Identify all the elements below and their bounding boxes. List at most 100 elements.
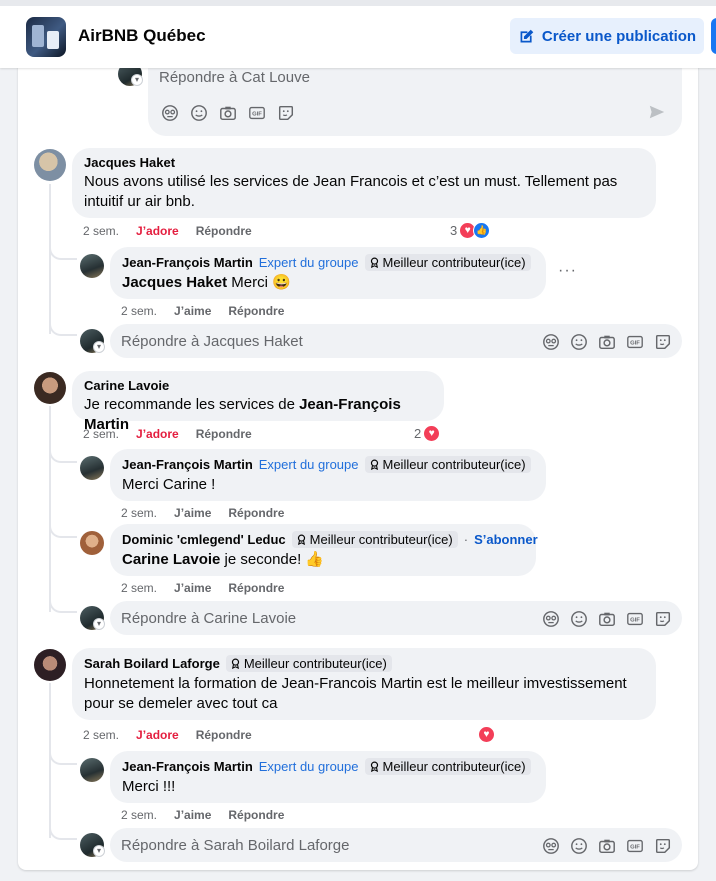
- svg-text:GIF: GIF: [630, 617, 640, 623]
- camera-icon[interactable]: [597, 836, 616, 855]
- award-icon: [297, 534, 305, 545]
- sticker-icon[interactable]: [653, 609, 672, 628]
- avatar[interactable]: [80, 254, 104, 278]
- top-contributor-badge[interactable]: Meilleur contributeur(ice): [364, 758, 531, 775]
- follow-button[interactable]: S’abonner: [474, 532, 538, 547]
- mention[interactable]: Carine Lavoie: [122, 551, 220, 568]
- mention[interactable]: Jacques Haket: [122, 274, 227, 291]
- comment-time[interactable]: 2 sem.: [83, 224, 119, 238]
- top-contributor-badge[interactable]: Meilleur contributeur(ice): [225, 655, 392, 672]
- send-icon[interactable]: [648, 103, 666, 121]
- emoji-icon[interactable]: [189, 103, 208, 122]
- comment-actions: 2 sem. J’adore Répondre: [83, 427, 252, 441]
- camera-icon[interactable]: [597, 332, 616, 351]
- comment-author[interactable]: Sarah Boilard Laforge: [84, 656, 220, 671]
- reply-input[interactable]: Répondre à Carine Lavoie GIF: [110, 601, 682, 635]
- reply-placeholder: Répondre à Jacques Haket: [121, 333, 303, 350]
- more-options-icon[interactable]: ···: [558, 262, 577, 280]
- reply-author[interactable]: Jean-François Martin: [122, 759, 253, 774]
- reply-button[interactable]: Répondre: [228, 581, 284, 595]
- avatar[interactable]: [34, 649, 66, 681]
- reply-time[interactable]: 2 sem.: [121, 506, 157, 520]
- comment-time[interactable]: 2 sem.: [83, 728, 119, 742]
- chevron-down-icon[interactable]: ▾: [131, 74, 143, 86]
- like-button[interactable]: J’aime: [174, 304, 211, 318]
- reply-author[interactable]: Jean-François Martin: [122, 457, 253, 472]
- award-icon: [370, 459, 378, 470]
- avatar-sticker-icon[interactable]: [160, 103, 179, 122]
- chevron-down-icon[interactable]: ▾: [93, 618, 105, 630]
- like-button[interactable]: J’aime: [174, 808, 211, 822]
- thread-line: [49, 184, 51, 334]
- emoji-icon[interactable]: [569, 836, 588, 855]
- reaction-summary[interactable]: 2 ♥: [414, 425, 441, 442]
- love-button[interactable]: J’adore: [136, 728, 179, 742]
- camera-icon[interactable]: [218, 103, 237, 122]
- avatar[interactable]: [80, 758, 104, 782]
- reply-time[interactable]: 2 sem.: [121, 581, 157, 595]
- love-button[interactable]: J’adore: [136, 427, 179, 441]
- reply-button[interactable]: Répondre: [196, 427, 252, 441]
- reply-button[interactable]: Répondre: [228, 808, 284, 822]
- emoji-icon[interactable]: [569, 332, 588, 351]
- reply-input[interactable]: Répondre à Jacques Haket GIF: [110, 324, 682, 358]
- like-button[interactable]: J’aime: [174, 506, 211, 520]
- comment-author[interactable]: Jacques Haket: [84, 155, 175, 170]
- love-button[interactable]: J’adore: [136, 224, 179, 238]
- reply-time[interactable]: 2 sem.: [121, 304, 157, 318]
- emoji-icon[interactable]: [569, 609, 588, 628]
- comment-text: Nous avons utilisé les services de Jean …: [84, 173, 618, 210]
- comment-author[interactable]: Carine Lavoie: [84, 378, 169, 393]
- top-contributor-badge[interactable]: Meilleur contributeur(ice): [291, 531, 458, 548]
- reply-input[interactable]: Répondre à Sarah Boilard Laforge GIF: [110, 828, 682, 862]
- gif-icon[interactable]: GIF: [625, 836, 644, 855]
- group-name[interactable]: AirBNB Québec: [78, 26, 206, 46]
- reply-button[interactable]: Répondre: [196, 728, 252, 742]
- group-thumbnail[interactable]: [26, 17, 66, 57]
- reply-bubble: Dominic 'cmlegend' Leduc Meilleur contri…: [110, 524, 538, 576]
- create-post-button[interactable]: Créer une publication: [510, 18, 704, 54]
- thread-line: [49, 406, 51, 612]
- reaction-summary[interactable]: ♥: [478, 726, 495, 743]
- avatar[interactable]: [34, 372, 66, 404]
- like-button[interactable]: J’aime: [174, 581, 211, 595]
- gif-icon[interactable]: GIF: [625, 609, 644, 628]
- award-icon: [370, 257, 378, 268]
- comment-actions: 2 sem. J’adore Répondre: [83, 728, 252, 742]
- top-contributor-badge[interactable]: Meilleur contributeur(ice): [364, 456, 531, 473]
- avatar-sticker-icon[interactable]: [541, 836, 560, 855]
- reaction-summary[interactable]: 3 ♥ 👍: [450, 222, 491, 239]
- comment-text: Je recommande les services de: [84, 396, 300, 413]
- top-contributor-badge[interactable]: Meilleur contributeur(ice): [364, 254, 531, 271]
- gif-icon[interactable]: GIF: [625, 332, 644, 351]
- avatar-sticker-icon[interactable]: [541, 332, 560, 351]
- comment-text: Honnetement la formation de Jean-Francoi…: [84, 675, 627, 712]
- reply-time[interactable]: 2 sem.: [121, 808, 157, 822]
- award-icon: [370, 761, 378, 772]
- expert-badge[interactable]: Expert du groupe: [259, 457, 359, 472]
- reply-author[interactable]: Dominic 'cmlegend' Leduc: [122, 532, 286, 547]
- reply-button[interactable]: Répondre: [228, 304, 284, 318]
- avatar[interactable]: [80, 456, 104, 480]
- avatar-sticker-icon[interactable]: [541, 609, 560, 628]
- chevron-down-icon[interactable]: ▾: [93, 341, 105, 353]
- sticker-icon[interactable]: [653, 332, 672, 351]
- sticker-icon[interactable]: [653, 836, 672, 855]
- sticker-icon[interactable]: [276, 103, 295, 122]
- reply-author[interactable]: Jean-François Martin: [122, 255, 253, 270]
- reply-placeholder: Répondre à Carine Lavoie: [121, 610, 297, 627]
- badge-label: Meilleur contributeur(ice): [382, 255, 526, 270]
- chevron-down-icon[interactable]: ▾: [93, 845, 105, 857]
- reply-button[interactable]: Répondre: [196, 224, 252, 238]
- camera-icon[interactable]: [597, 609, 616, 628]
- gif-icon[interactable]: GIF: [247, 103, 266, 122]
- avatar[interactable]: [80, 531, 104, 555]
- comment-time[interactable]: 2 sem.: [83, 427, 119, 441]
- avatar[interactable]: [34, 149, 66, 181]
- reply-placeholder: Répondre à Sarah Boilard Laforge: [121, 837, 350, 854]
- expert-badge[interactable]: Expert du groupe: [259, 759, 359, 774]
- header-action-button[interactable]: [711, 18, 716, 54]
- reply-button[interactable]: Répondre: [228, 506, 284, 520]
- expert-badge[interactable]: Expert du groupe: [259, 255, 359, 270]
- reaction-count: 3: [450, 223, 458, 238]
